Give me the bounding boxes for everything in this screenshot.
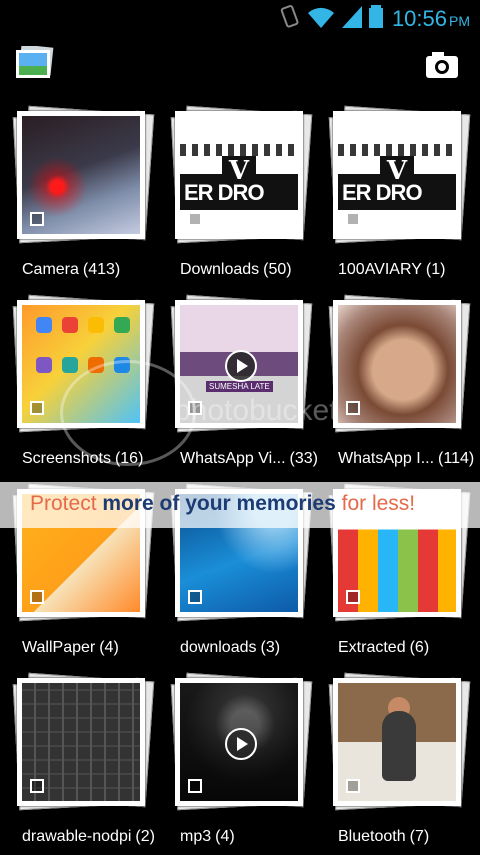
album-item[interactable]: V ER DRO Downloads (50) <box>170 105 313 288</box>
select-checkbox-icon[interactable] <box>30 590 44 604</box>
album-count: (3) <box>260 639 281 656</box>
album-label: WhatsApp Vi... (33) <box>180 450 330 468</box>
album-thumbnail[interactable]: V ER DRO <box>328 105 471 244</box>
album-name: downloads <box>180 639 257 656</box>
album-label: drawable-nodpi (2) <box>22 828 172 846</box>
app-icon <box>36 357 52 373</box>
gallery-icon[interactable] <box>16 46 54 80</box>
album-cover <box>333 300 461 428</box>
album-count: (4) <box>215 828 235 845</box>
album-thumbnail[interactable] <box>328 672 471 811</box>
album-label: 100AVIARY (1) <box>338 261 480 279</box>
album-item[interactable]: SUMESHA LATE WhatsApp Vi... (33) <box>170 294 318 477</box>
album-cover <box>175 678 303 806</box>
select-checkbox-icon[interactable] <box>346 401 360 415</box>
album-thumbnail[interactable] <box>12 672 155 811</box>
camera-icon[interactable] <box>422 48 462 82</box>
album-label: Extracted (6) <box>338 639 480 657</box>
watermark-banner: Protect more of your memories for less! <box>0 482 480 528</box>
album-name: WhatsApp Vi... <box>180 450 286 467</box>
album-name: WhatsApp I... <box>338 450 435 467</box>
battery-icon <box>369 5 383 28</box>
play-icon <box>225 350 257 382</box>
video-caption: SUMESHA LATE <box>206 381 273 392</box>
album-cover <box>17 111 145 239</box>
app-icon <box>114 317 130 333</box>
album-count: (4) <box>99 639 119 656</box>
downloads-word: ER DRO <box>342 180 423 205</box>
app-icon <box>36 317 52 333</box>
album-count: (1) <box>425 261 446 278</box>
watermark-text: photobucket <box>174 394 338 427</box>
album-item[interactable]: drawable-nodpi (2) <box>12 672 155 855</box>
album-count: (33) <box>289 450 318 467</box>
album-name: drawable-nodpi <box>22 828 132 845</box>
select-checkbox-icon[interactable] <box>188 779 202 793</box>
album-label: mp3 (4) <box>180 828 330 846</box>
album-count: (2) <box>135 828 155 845</box>
app-icon <box>88 317 104 333</box>
clock: 10:56 PM <box>391 6 470 31</box>
select-checkbox-icon[interactable] <box>30 212 44 226</box>
album-cover: V ER DRO <box>175 111 303 239</box>
select-checkbox-icon[interactable] <box>188 212 202 226</box>
album-name: Camera <box>22 261 79 278</box>
select-checkbox-icon[interactable] <box>30 401 44 415</box>
app-icon <box>62 317 78 333</box>
play-icon <box>225 728 257 760</box>
status-bar: 10:56 PM <box>0 0 480 36</box>
select-checkbox-icon[interactable] <box>346 779 360 793</box>
album-label: downloads (3) <box>180 639 330 657</box>
album-count: (6) <box>409 639 430 656</box>
album-thumbnail[interactable] <box>12 105 155 244</box>
album-label: Camera (413) <box>22 261 172 279</box>
album-name: Downloads <box>180 261 260 278</box>
album-name: 100AVIARY <box>338 261 422 278</box>
album-cover <box>333 678 461 806</box>
album-count: (7) <box>409 828 430 845</box>
album-name: Extracted <box>338 639 406 656</box>
select-checkbox-icon[interactable] <box>346 590 360 604</box>
album-name: WallPaper <box>22 639 96 656</box>
album-item[interactable]: mp3 (4) <box>170 672 313 855</box>
album-thumbnail[interactable]: V ER DRO <box>170 105 313 244</box>
album-thumbnail[interactable] <box>328 294 471 433</box>
downloads-word: ER DRO <box>184 180 265 205</box>
album-item[interactable]: Bluetooth (7) <box>328 672 471 855</box>
album-label: WallPaper (4) <box>22 639 172 657</box>
select-checkbox-icon[interactable] <box>188 590 202 604</box>
album-label: WhatsApp I... (114) <box>338 450 480 468</box>
select-checkbox-icon[interactable] <box>346 212 360 226</box>
album-name: mp3 <box>180 828 212 845</box>
app-icon <box>62 357 78 373</box>
album-cover: V ER DRO <box>333 111 461 239</box>
album-cover <box>17 678 145 806</box>
album-label: Bluetooth (7) <box>338 828 480 846</box>
album-thumbnail[interactable] <box>170 672 313 811</box>
action-bar <box>0 36 480 96</box>
signal-icon <box>342 6 362 28</box>
album-count: (50) <box>263 261 292 278</box>
album-count: (114) <box>438 450 475 467</box>
vibrate-icon <box>280 5 299 28</box>
wifi-icon <box>308 7 334 28</box>
album-item[interactable]: Camera (413) <box>12 105 155 288</box>
album-label: Downloads (50) <box>180 261 330 279</box>
album-item[interactable]: V ER DRO 100AVIARY (1) <box>328 105 471 288</box>
select-checkbox-icon[interactable] <box>30 779 44 793</box>
album-item[interactable]: WhatsApp I... (114) <box>328 294 474 477</box>
album-name: Bluetooth <box>338 828 406 845</box>
album-count: (413) <box>82 261 121 278</box>
